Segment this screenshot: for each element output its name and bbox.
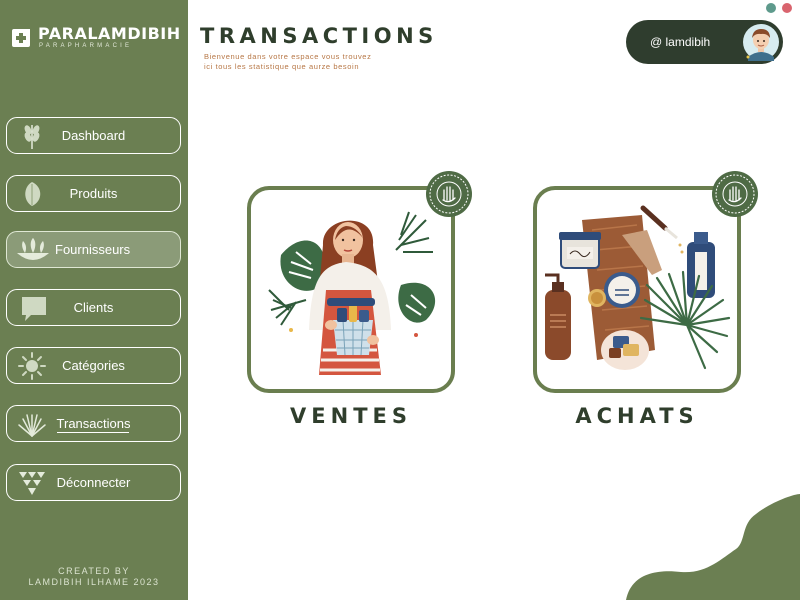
window-dot-teal[interactable] [766, 3, 776, 13]
user-profile-pill[interactable]: @ lamdibih [626, 20, 783, 64]
plant-pot-icon [17, 238, 49, 260]
app-window: PARALAMDIBIH PARAPHARMACIE Dashboard Pro… [0, 0, 800, 600]
sidebar-item-dashboard[interactable]: Dashboard [6, 117, 181, 154]
sidebar: PARALAMDIBIH PARAPHARMACIE Dashboard Pro… [0, 0, 188, 600]
sidebar-item-transactions[interactable]: Transactions [6, 405, 181, 442]
sidebar-item-deconnecter[interactable]: Déconnecter [6, 464, 181, 501]
sidebar-item-label: Fournisseurs [55, 242, 131, 257]
brand-tagline: PARAPHARMACIE [39, 43, 133, 49]
user-handle: @ lamdibih [650, 35, 711, 49]
sidebar-item-label: Clients [73, 300, 114, 315]
sidebar-item-label: Transactions [56, 416, 131, 431]
brand-name: PARALAMDIBIH [38, 24, 181, 43]
achats-label[interactable]: ACHATS [533, 404, 741, 428]
sidebar-item-label: Déconnecter [56, 475, 131, 490]
credit-line-1: CREATED BY [58, 566, 130, 576]
sidebar-item-label: Dashboard [61, 128, 126, 143]
window-dot-red[interactable] [782, 3, 792, 13]
sidebar-item-categories[interactable]: Catégories [6, 347, 181, 384]
page-subtitle: Bienvenue dans votre espace vous trouvez… [204, 52, 372, 71]
active-underline [57, 432, 129, 433]
cross-leaf-icon [12, 29, 30, 47]
decorative-blob-shape [626, 494, 800, 600]
ventes-card[interactable] [247, 171, 472, 393]
cosmetics-products-illustration [545, 205, 731, 370]
hypoallergenic-badge-icon [426, 171, 472, 217]
page-title: TRANSACTIONS [200, 24, 438, 48]
sidebar-item-clients[interactable]: Clients [6, 289, 181, 326]
avatar[interactable] [742, 23, 780, 61]
hypoallergenic-badge-icon [712, 171, 758, 217]
woman-holding-basket-illustration [268, 211, 436, 375]
sidebar-item-fournisseurs[interactable]: Fournisseurs [6, 231, 181, 268]
achats-card[interactable] [533, 171, 758, 393]
sidebar-item-produits[interactable]: Produits [6, 175, 181, 212]
sidebar-item-label: Catégories [62, 358, 125, 373]
brand-logo: PARALAMDIBIH PARAPHARMACIE [10, 24, 180, 58]
sidebar-item-label: Produits [69, 186, 118, 201]
credit-line-2: LAMDIBIH ILHAME 2023 [28, 577, 160, 587]
ventes-label[interactable]: VENTES [247, 404, 455, 428]
